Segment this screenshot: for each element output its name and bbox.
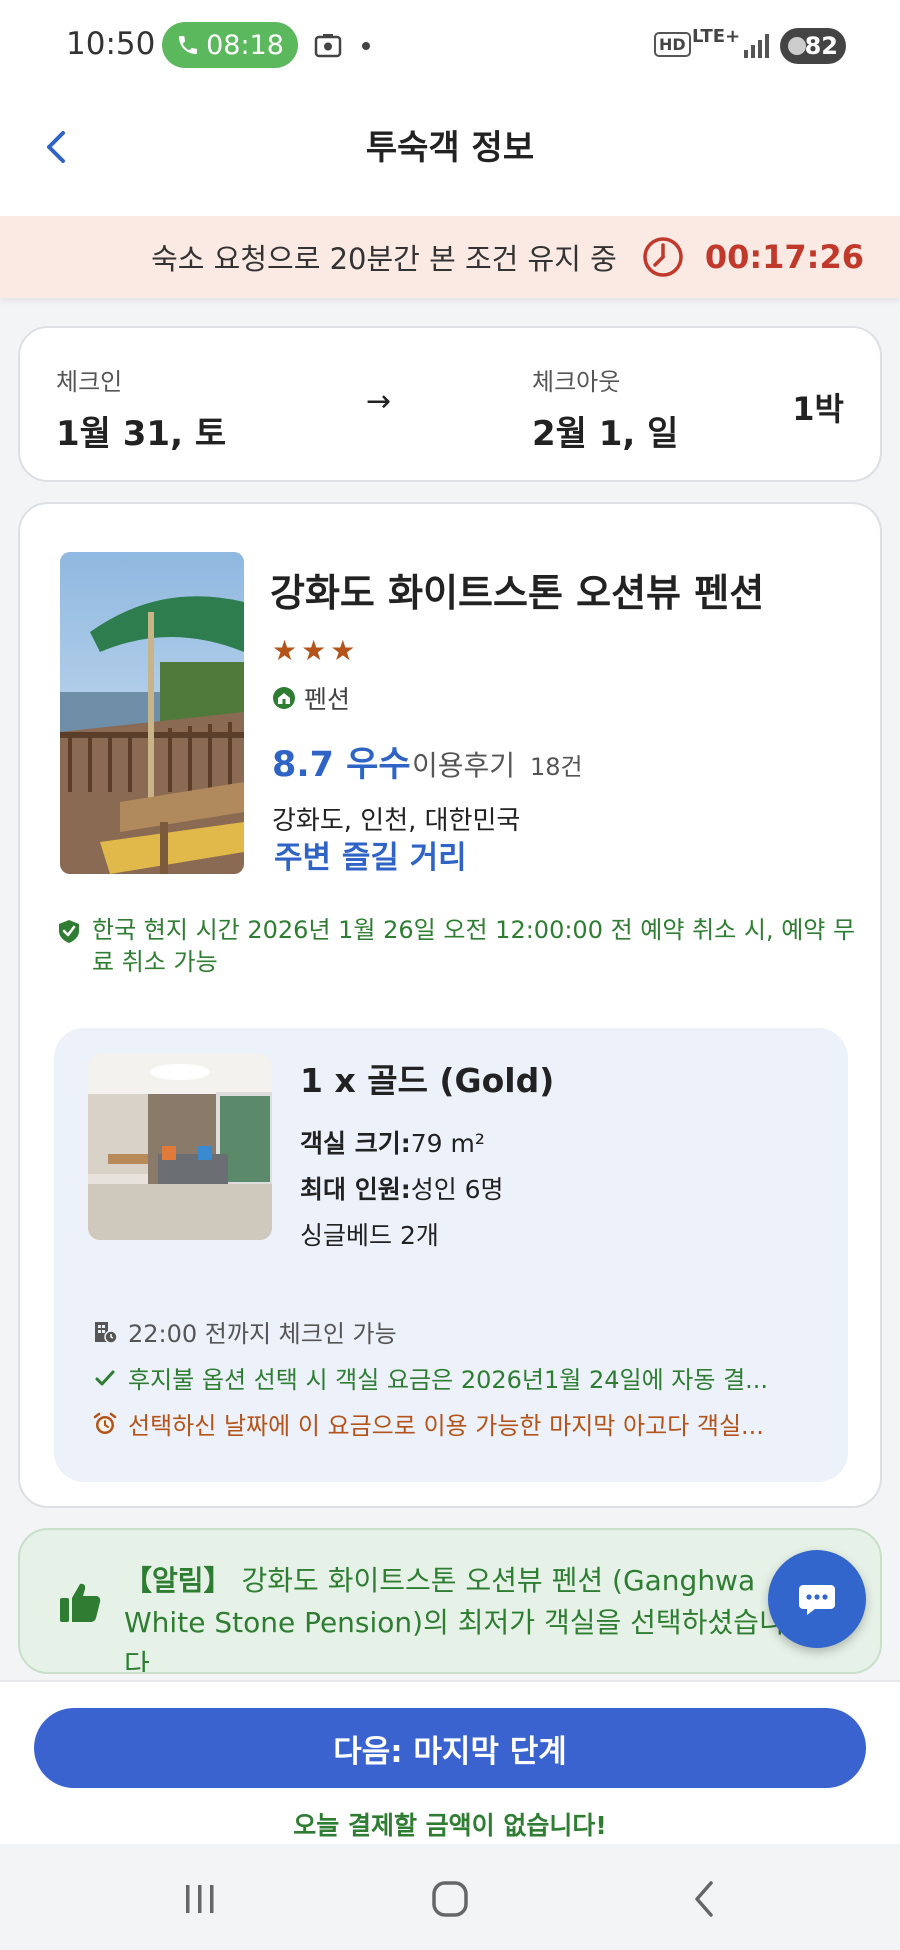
room-details: 1 x 골드 (Gold) 객실 크기:79 m² 최대 인원:성인 6명 싱글…	[54, 1028, 848, 1482]
system-nav-bar	[0, 1844, 900, 1950]
stay-dates-card[interactable]: 체크인 1월 31, 토 → 체크아웃 2월 1, 일 1박	[18, 326, 882, 482]
nearby-attractions-link[interactable]: 주변 즐길 거리	[274, 832, 467, 877]
property-photo[interactable]	[60, 552, 244, 874]
room-name: 1 x 골드 (Gold)	[300, 1061, 555, 1100]
reviews-label: 이용후기	[412, 749, 516, 782]
room-size-label: 객실 크기:	[300, 1129, 411, 1158]
page-title: 투숙객 정보	[365, 128, 535, 168]
recent-apps-icon	[186, 1885, 214, 1913]
building-clock-icon	[95, 1321, 118, 1344]
recent-apps-button[interactable]	[170, 1874, 230, 1924]
last-room-info: 선택하신 날짜에 이 요금으로 이용 가능한 마지막 아고다 객실...	[92, 1406, 822, 1441]
checkin-time-info: 22:00 전까지 체크인 가능	[92, 1314, 822, 1349]
notice-text: 【알림】 강화도 화이트스톤 오션뷰 펜션 (Ganghwa White Ston…	[124, 1560, 804, 1672]
chat-bubble-icon	[799, 1585, 835, 1615]
network-type: LTE+	[692, 26, 741, 47]
room-capacity-label: 최대 인원:	[300, 1175, 411, 1204]
app-header: 투숙객 정보	[0, 92, 900, 216]
property-type-label: 펜션	[304, 685, 351, 714]
chat-button[interactable]	[768, 1550, 866, 1648]
phone-icon	[179, 36, 198, 54]
status-bar: 10:50 08:18 HD LTE+ 82	[0, 0, 900, 92]
checkmark-icon	[95, 1370, 115, 1385]
home-button[interactable]	[420, 1874, 480, 1924]
property-name: 강화도 화이트스톤 오션뷰 펜션	[270, 571, 765, 615]
notification-dot	[362, 42, 370, 50]
hd-voice-icon: HD	[654, 32, 691, 57]
home-icon	[432, 1881, 468, 1917]
screen-capture-icon	[314, 34, 342, 58]
room-size-value: 79 m²	[410, 1129, 485, 1158]
review-score: 8.7 우수	[272, 745, 411, 785]
house-icon	[273, 687, 295, 709]
bottom-action-panel: 다음: 마지막 단계 오늘 결제할 금액이 없습니다!	[0, 1680, 900, 1844]
battery-level: 82	[804, 32, 838, 60]
system-back-button[interactable]	[674, 1874, 734, 1924]
call-indicator[interactable]: 08:18	[162, 22, 298, 68]
lowest-price-notice: 【알림】 강화도 화이트스톤 오션뷰 펜션 (Ganghwa White Ston…	[18, 1528, 882, 1674]
room-photo[interactable]	[88, 1054, 272, 1240]
checkin-time-text: 22:00 전까지 체크인 가능	[128, 1320, 397, 1348]
hold-timer-banner: 숙소 요청으로 20분간 본 조건 유지 중 00:17:26	[0, 216, 900, 298]
arrow-right-icon: →	[366, 384, 392, 419]
shield-check-icon	[59, 920, 79, 943]
nights-count: 1박	[792, 390, 844, 428]
room-capacity-value: 성인 6명	[410, 1175, 504, 1204]
back-arrow-icon	[695, 1881, 713, 1917]
room-size: 객실 크기:79 m²	[300, 1124, 485, 1160]
reviews-count: 18건	[529, 753, 583, 781]
cancellation-text: 한국 현지 시간 2026년 1월 26일 오전 12:00:00 전 예약 취…	[92, 916, 856, 976]
star-rating-icon: ★★★	[272, 634, 360, 667]
checkout-date: 2월 1, 일	[532, 414, 679, 454]
last-room-text: 선택하신 날짜에 이 요금으로 이용 가능한 마지막 아고다 객실...	[128, 1412, 764, 1440]
status-time: 10:50	[66, 26, 156, 62]
free-cancellation-info: 한국 현지 시간 2026년 1월 26일 오전 12:00:00 전 예약 취…	[56, 914, 866, 978]
next-step-button[interactable]: 다음: 마지막 단계	[34, 1708, 866, 1788]
room-beds: 싱글베드 2개	[300, 1221, 439, 1250]
call-duration: 08:18	[206, 29, 284, 61]
thumbs-up-icon	[60, 1583, 101, 1622]
hold-message: 숙소 요청으로 20분간 본 조건 유지 중	[151, 242, 617, 276]
checkin-date: 1월 31, 토	[56, 414, 227, 454]
clock-icon	[643, 237, 683, 277]
countdown-timer: 00:17:26	[704, 238, 864, 276]
battery-icon: 82	[780, 28, 846, 64]
pay-later-info: 후지불 옵션 선택 시 객실 요금은 2026년1월 24일에 자동 결...	[92, 1360, 822, 1395]
signal-icon	[744, 34, 769, 58]
notice-tag: 【알림】	[124, 1564, 232, 1597]
checkout-label: 체크아웃	[532, 368, 621, 396]
pay-today-note: 오늘 결제할 금액이 없습니다!	[293, 1811, 607, 1840]
alarm-clock-icon	[93, 1412, 117, 1434]
property-type: 펜션	[272, 680, 350, 716]
pay-later-text: 후지불 옵션 선택 시 객실 요금은 2026년1월 24일에 자동 결...	[128, 1366, 769, 1394]
property-card: 강화도 화이트스톤 오션뷰 펜션 ★★★ 펜션 8.7 우수 이용후기 18건 …	[18, 502, 882, 1508]
checkin-label: 체크인	[56, 368, 123, 396]
room-capacity: 최대 인원:성인 6명	[300, 1170, 504, 1206]
reviews-link[interactable]: 이용후기 18건	[412, 744, 583, 784]
